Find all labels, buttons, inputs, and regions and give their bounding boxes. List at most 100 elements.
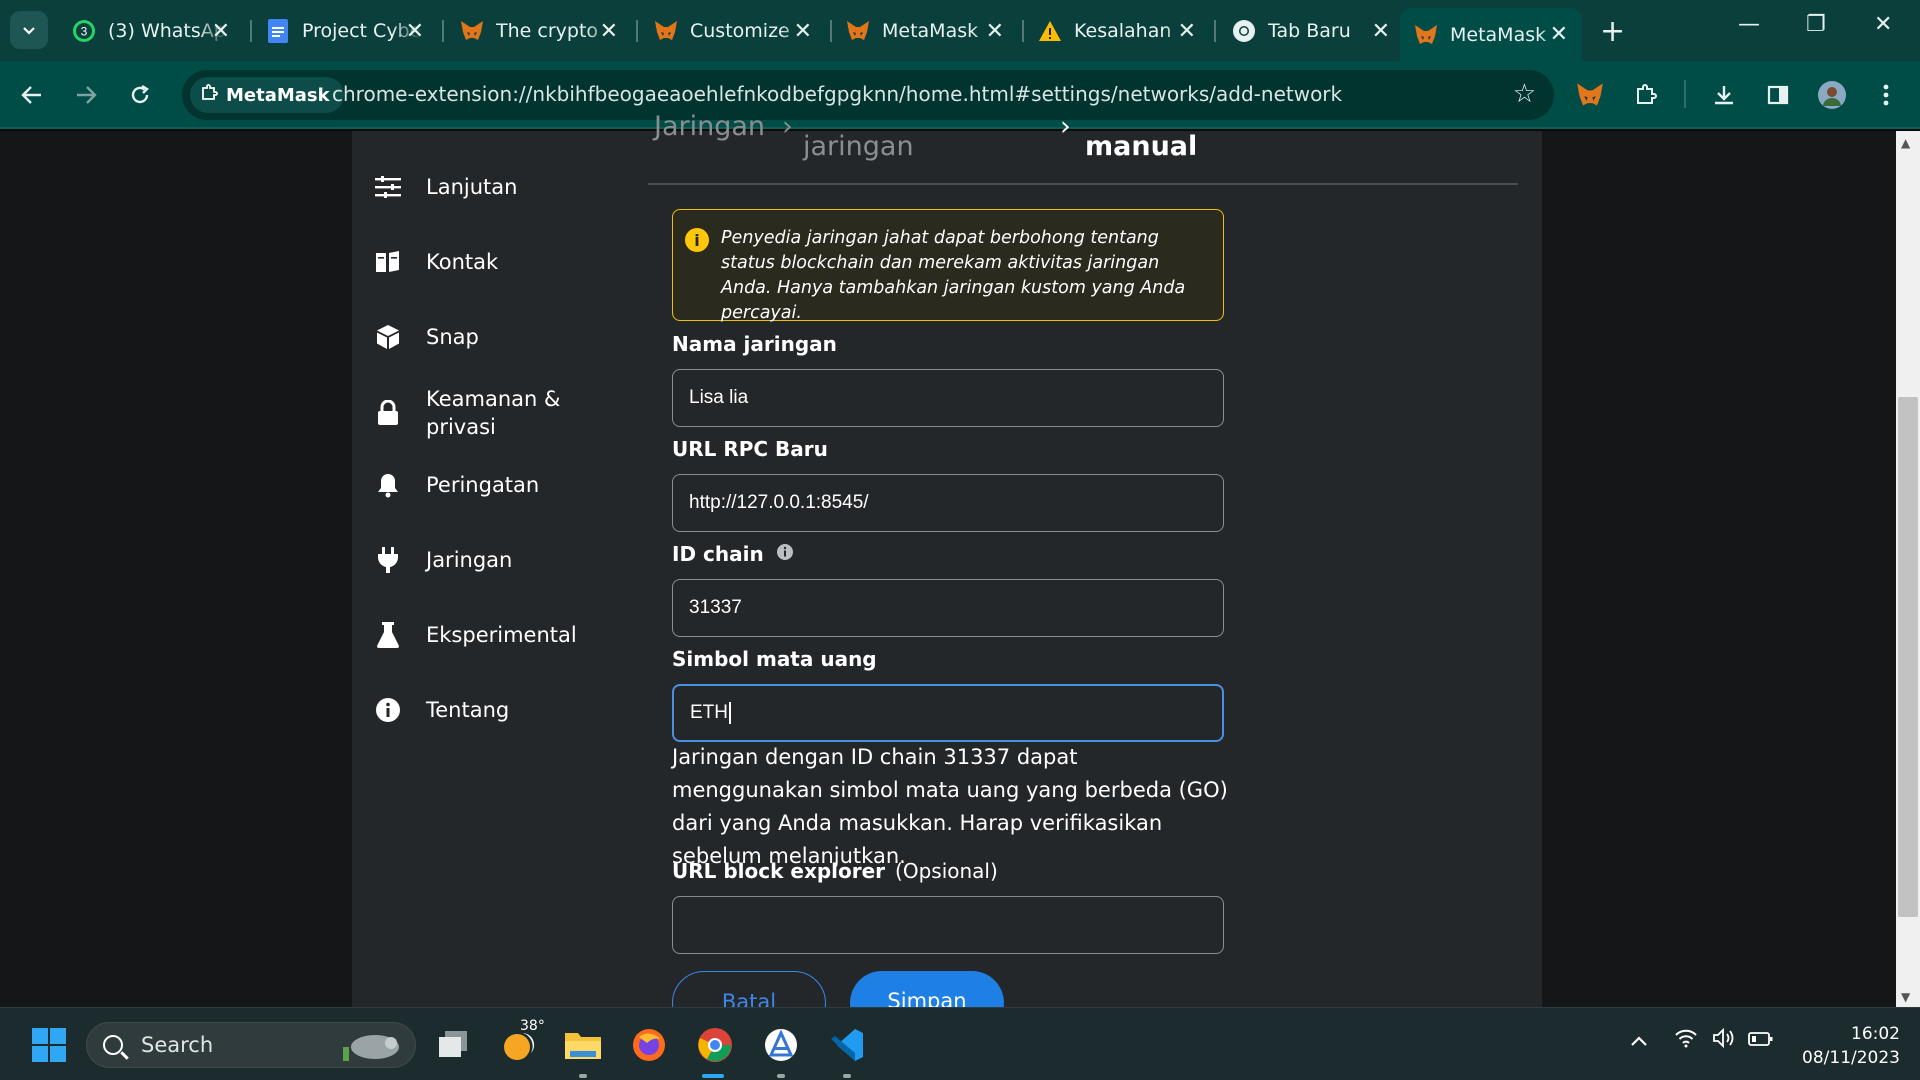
battery-icon[interactable]	[1748, 1028, 1774, 1053]
rpc-url-value: http://127.0.0.1:8545/	[689, 492, 869, 513]
extension-icon	[200, 83, 218, 107]
whatsapp-badge: 3	[81, 25, 88, 39]
tab-metamask-active[interactable]: MetaMask ✕	[1400, 8, 1582, 61]
firefox-icon[interactable]	[628, 1024, 670, 1066]
close-icon[interactable]: ✕	[212, 19, 230, 44]
task-view-icon[interactable]	[432, 1024, 474, 1066]
site-chip-label: MetaMask	[226, 84, 330, 106]
tab-search-button[interactable]	[10, 11, 48, 49]
close-icon[interactable]: ✕	[794, 19, 812, 44]
currency-symbol-input[interactable]: ETH	[672, 684, 1224, 742]
search-highlight-icon	[339, 1029, 403, 1068]
minimize-icon[interactable]: —	[1738, 12, 1760, 37]
tab-tab-baru[interactable]: Tab Baru ✕	[1218, 8, 1404, 54]
text-caret	[729, 702, 731, 724]
tab-label: Kesalahan	[1074, 20, 1172, 42]
cube-icon	[374, 323, 402, 351]
sidebar-item-snap[interactable]: Snap	[374, 323, 479, 351]
close-icon[interactable]: ✕	[1372, 19, 1390, 44]
restore-icon[interactable]: ❐	[1806, 12, 1826, 37]
sidebar-item-jaringan[interactable]: Jaringan	[374, 546, 512, 574]
clock-date: 08/11/2023	[1802, 1048, 1900, 1068]
tray-overflow-icon[interactable]	[1630, 1028, 1648, 1053]
chain-id-label: ID chain	[672, 542, 764, 566]
breadcrumb-jaringan-sub[interactable]: jaringan	[803, 131, 914, 162]
metamask-fox-icon	[654, 19, 678, 43]
close-icon[interactable]: ✕	[1550, 22, 1568, 47]
warning-banner: i Penyedia jaringan jahat dapat berbohon…	[672, 209, 1224, 323]
close-icon[interactable]: ✕	[406, 19, 424, 44]
back-icon[interactable]	[14, 77, 50, 113]
active-app-indicator	[702, 1074, 724, 1078]
menu-kebab-icon[interactable]	[1868, 77, 1904, 113]
download-icon[interactable]	[1706, 77, 1742, 113]
vscode-icon[interactable]	[826, 1024, 868, 1066]
tab-label: The crypto	[496, 20, 599, 42]
currency-symbol-hint: Jaringan dengan ID chain 31337 dapat men…	[672, 745, 1228, 868]
explorer-url-label: URL block explorer	[672, 859, 886, 883]
metamask-fox-icon	[1414, 23, 1438, 47]
taskbar-search[interactable]: Search	[86, 1022, 416, 1068]
network-name-input[interactable]: Lisa lia	[672, 369, 1224, 427]
scrollbar-thumb[interactable]	[1898, 397, 1918, 917]
tab-label: Project Cyber	[302, 20, 422, 42]
explorer-url-label-row: URL block explorer (Opsional)	[672, 859, 998, 883]
explorer-url-input[interactable]	[672, 896, 1224, 954]
chrome-icon	[1232, 19, 1256, 43]
chain-id-input[interactable]: 31337	[672, 579, 1224, 637]
scroll-up-icon[interactable]: ▲	[1901, 136, 1910, 150]
wifi-icon[interactable]	[1674, 1028, 1698, 1054]
close-icon[interactable]: ✕	[600, 19, 618, 44]
tab-kesalahan[interactable]: Kesalahan ✕	[1024, 8, 1210, 54]
breadcrumb-jaringan[interactable]: Jaringan	[654, 111, 765, 142]
sidebar-item-eksperimental[interactable]: Eksperimental	[374, 621, 577, 649]
url-text[interactable]: chrome-extension://nkbihfbeogaeaoehlefnk…	[332, 82, 1342, 106]
reload-icon[interactable]	[122, 77, 158, 113]
metamask-extension-icon[interactable]	[1572, 77, 1608, 113]
tab-customize[interactable]: Customize ✕	[640, 8, 826, 54]
close-icon[interactable]: ✕	[986, 19, 1004, 44]
breadcrumb-chevron-icon: ›	[782, 111, 793, 142]
tab-the-crypto[interactable]: The crypto ✕	[446, 8, 632, 54]
system-clock[interactable]: 16:02 08/11/2023	[1792, 1022, 1900, 1070]
rpc-url-input[interactable]: http://127.0.0.1:8545/	[672, 474, 1224, 532]
info-icon	[374, 696, 402, 724]
bell-icon	[374, 471, 402, 499]
running-indicator	[777, 1074, 785, 1078]
lock-icon	[374, 399, 402, 427]
warning-info-icon: i	[685, 228, 709, 252]
close-icon[interactable]: ✕	[1178, 19, 1196, 44]
sidebar-item-tentang[interactable]: Tentang	[374, 696, 509, 724]
address-bar[interactable]: MetaMask chrome-extension://nkbihfbeogae…	[182, 70, 1554, 120]
sidebar-item-label: Snap	[426, 325, 479, 349]
tab-whatsapp[interactable]: 3 (3) WhatsApp ✕	[58, 8, 244, 54]
toolbar-divider	[1684, 80, 1686, 108]
forward-icon[interactable]	[68, 77, 104, 113]
site-info-chip[interactable]: MetaMask	[190, 77, 344, 113]
chain-id-info-icon[interactable]	[776, 542, 794, 566]
window-close-icon[interactable]: ✕	[1874, 12, 1892, 37]
sidebar-item-kontak[interactable]: Kontak	[374, 248, 498, 276]
page-viewport: Lanjutan Kontak Snap Keamanan & privasi …	[0, 111, 1896, 1035]
sidebar-item-peringatan[interactable]: Peringatan	[374, 471, 539, 499]
side-panel-icon[interactable]	[1760, 77, 1796, 113]
app-installer-icon[interactable]	[760, 1024, 802, 1066]
extensions-puzzle-icon[interactable]	[1628, 77, 1664, 113]
settings-panel: Lanjutan Kontak Snap Keamanan & privasi …	[352, 111, 1542, 1035]
new-tab-button[interactable]: +	[1600, 14, 1625, 49]
scroll-down-icon[interactable]: ▼	[1901, 990, 1910, 1004]
windows-start-icon[interactable]	[28, 1024, 70, 1066]
sidebar-item-lanjutan[interactable]: Lanjutan	[374, 173, 517, 201]
book-icon	[374, 248, 402, 276]
clock-time: 16:02	[1851, 1024, 1900, 1044]
file-explorer-icon[interactable]	[562, 1024, 604, 1066]
tab-project-cyber[interactable]: Project Cyber ✕	[252, 8, 438, 54]
bookmark-star-icon[interactable]: ☆	[1513, 79, 1536, 109]
sidebar-item-label: Tentang	[426, 698, 510, 722]
sidebar-item-keamanan[interactable]: Keamanan & privasi	[374, 385, 560, 441]
chrome-taskbar-icon[interactable]	[694, 1024, 736, 1066]
profile-avatar[interactable]	[1814, 77, 1850, 113]
tab-metamask[interactable]: MetaMask ✕	[832, 8, 1018, 54]
tab-label: Tab Baru	[1268, 20, 1351, 42]
volume-icon[interactable]	[1712, 1027, 1736, 1054]
